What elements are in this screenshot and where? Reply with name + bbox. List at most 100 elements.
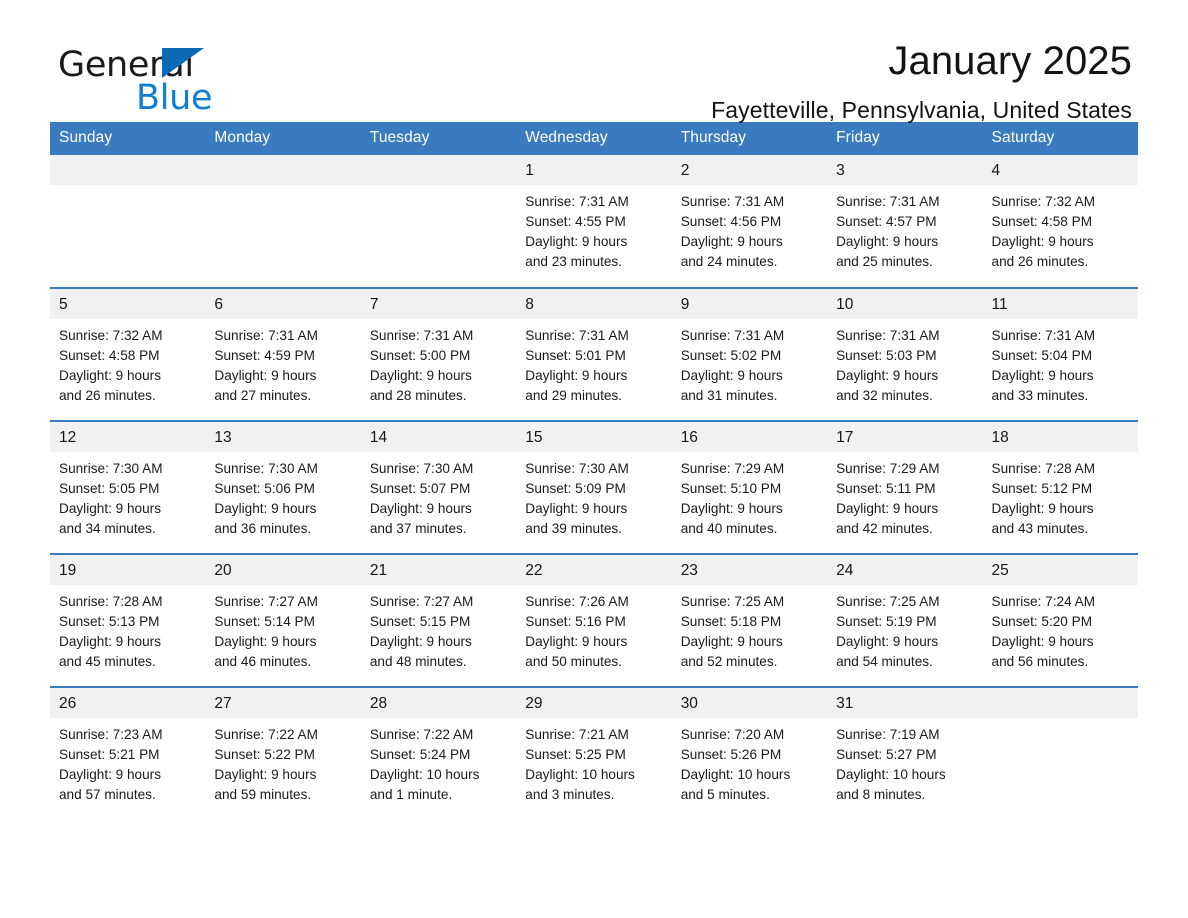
day-cell-inner: 4 Sunrise: 7:32 AM Sunset: 4:58 PM Daylight… — [982, 155, 1138, 287]
calendar-week-row: 1 Sunrise: 7:31 AM Sunset: 4:55 PM Daylight… — [50, 155, 1138, 288]
day-cell-inner — [982, 688, 1138, 820]
calendar-day-cell[interactable]: 24 Sunrise: 7:25 AM Sunset: 5:19 PM Dayligh… — [827, 553, 983, 687]
calendar-day-cell[interactable]: 11 Sunrise: 7:31 AM Sunset: 5:04 PM Dayligh… — [982, 287, 1138, 421]
day-details: Sunrise: 7:32 AM Sunset: 4:58 PM Daylight:… — [50, 319, 205, 406]
calendar-day-cell[interactable]: 10 Sunrise: 7:31 AM Sunset: 5:03 PM Dayligh… — [827, 287, 983, 421]
day-details: Sunrise: 7:19 AM Sunset: 5:27 PM Daylight:… — [827, 718, 982, 805]
day-details: Sunrise: 7:30 AM Sunset: 5:05 PM Daylight:… — [50, 452, 205, 539]
sunrise-text: Sunrise: 7:21 AM — [525, 727, 629, 742]
sunrise-text: Sunrise: 7:23 AM — [59, 727, 163, 742]
calendar-day-cell[interactable]: 12 Sunrise: 7:30 AM Sunset: 5:05 PM Dayligh… — [50, 420, 206, 554]
calendar-day-cell[interactable]: 29 Sunrise: 7:21 AM Sunset: 5:25 PM Dayligh… — [516, 686, 672, 820]
sunrise-text: Sunrise: 7:28 AM — [991, 461, 1096, 476]
day-number — [50, 155, 206, 185]
calendar-day-cell[interactable]: 7 Sunrise: 7:31 AM Sunset: 5:00 PM Daylight… — [360, 287, 517, 421]
day-cell-inner: 15 Sunrise: 7:30 AM Sunset: 5:09 PM Dayligh… — [516, 422, 672, 553]
calendar-week-row: 12 Sunrise: 7:30 AM Sunset: 5:05 PM Dayligh… — [50, 420, 1138, 554]
day-number — [360, 155, 517, 185]
daylight-text-line2: and 24 minutes. — [680, 254, 778, 269]
day-cell-inner: 24 Sunrise: 7:25 AM Sunset: 5:19 PM Dayligh… — [827, 555, 983, 686]
day-cell-inner: 17 Sunrise: 7:29 AM Sunset: 5:11 PM Dayligh… — [827, 422, 983, 553]
sunset-text: Sunset: 4:58 PM — [59, 348, 160, 363]
calendar-day-cell[interactable]: 25 Sunrise: 7:24 AM Sunset: 5:20 PM Dayligh… — [982, 553, 1138, 687]
daylight-text-line1: Daylight: 9 hours — [59, 501, 162, 516]
weekday-header-thursday: Thursday — [671, 122, 828, 155]
sunset-text: Sunset: 5:01 PM — [525, 348, 626, 363]
sunrise-text: Sunrise: 7:31 AM — [680, 194, 785, 209]
day-cell-inner: 21 Sunrise: 7:27 AM Sunset: 5:15 PM Dayligh… — [360, 555, 517, 686]
day-details: Sunrise: 7:31 AM Sunset: 4:55 PM Daylight:… — [516, 185, 671, 272]
daylight-text-line2: and 28 minutes. — [369, 388, 467, 403]
daylight-text-line2: and 8 minutes. — [836, 787, 926, 802]
sunset-text: Sunset: 5:18 PM — [680, 614, 782, 629]
daylight-text-line1: Daylight: 10 hours — [680, 767, 791, 782]
calendar-day-cell[interactable]: 30 Sunrise: 7:20 AM Sunset: 5:26 PM Dayligh… — [671, 686, 828, 820]
calendar-day-cell[interactable]: 6 Sunrise: 7:31 AM Sunset: 4:59 PM Daylight… — [205, 287, 361, 421]
sunrise-text: Sunrise: 7:31 AM — [836, 328, 940, 343]
calendar-day-cell[interactable]: 14 Sunrise: 7:30 AM Sunset: 5:07 PM Dayligh… — [360, 420, 517, 554]
day-number: 26 — [50, 688, 206, 718]
day-cell-inner: 22 Sunrise: 7:26 AM Sunset: 5:16 PM Dayligh… — [516, 555, 672, 686]
daylight-text-line2: and 29 minutes. — [525, 388, 622, 403]
calendar-empty-cell — [360, 155, 517, 288]
day-number: 16 — [671, 422, 828, 452]
day-details: Sunrise: 7:31 AM Sunset: 5:04 PM Daylight:… — [983, 319, 1138, 406]
calendar-day-cell[interactable]: 19 Sunrise: 7:28 AM Sunset: 5:13 PM Dayligh… — [50, 553, 206, 687]
sunrise-text: Sunrise: 7:31 AM — [991, 328, 1096, 343]
calendar-day-cell[interactable]: 13 Sunrise: 7:30 AM Sunset: 5:06 PM Dayligh… — [205, 420, 361, 554]
day-details: Sunrise: 7:27 AM Sunset: 5:14 PM Daylight:… — [205, 585, 360, 672]
calendar-day-cell[interactable]: 15 Sunrise: 7:30 AM Sunset: 5:09 PM Dayligh… — [516, 420, 672, 554]
calendar-day-cell[interactable]: 16 Sunrise: 7:29 AM Sunset: 5:10 PM Dayligh… — [671, 420, 828, 554]
day-cell-inner: 25 Sunrise: 7:24 AM Sunset: 5:20 PM Dayligh… — [982, 555, 1138, 686]
calendar-day-cell[interactable]: 31 Sunrise: 7:19 AM Sunset: 5:27 PM Dayligh… — [827, 686, 983, 820]
daylight-text-line1: Daylight: 9 hours — [991, 368, 1094, 383]
calendar-day-cell[interactable]: 18 Sunrise: 7:28 AM Sunset: 5:12 PM Dayligh… — [982, 420, 1138, 554]
daylight-text-line1: Daylight: 9 hours — [680, 368, 783, 383]
sunrise-text: Sunrise: 7:30 AM — [214, 461, 318, 476]
day-cell-inner: 27 Sunrise: 7:22 AM Sunset: 5:22 PM Dayligh… — [205, 688, 361, 820]
calendar-day-cell[interactable]: 20 Sunrise: 7:27 AM Sunset: 5:14 PM Dayligh… — [205, 553, 361, 687]
calendar-day-cell[interactable]: 4 Sunrise: 7:32 AM Sunset: 4:58 PM Daylight… — [982, 155, 1138, 288]
day-details: Sunrise: 7:22 AM Sunset: 5:24 PM Daylight:… — [361, 718, 516, 805]
calendar-day-cell[interactable]: 9 Sunrise: 7:31 AM Sunset: 5:02 PM Daylight… — [671, 287, 828, 421]
calendar-day-cell[interactable]: 27 Sunrise: 7:22 AM Sunset: 5:22 PM Dayligh… — [205, 686, 361, 820]
calendar-day-cell[interactable]: 8 Sunrise: 7:31 AM Sunset: 5:01 PM Daylight… — [516, 287, 672, 421]
calendar-day-cell[interactable]: 3 Sunrise: 7:31 AM Sunset: 4:57 PM Daylight… — [827, 155, 983, 288]
calendar-day-cell[interactable]: 17 Sunrise: 7:29 AM Sunset: 5:11 PM Dayligh… — [827, 420, 983, 554]
sunset-text: Sunset: 5:25 PM — [525, 747, 626, 762]
sunset-text: Sunset: 5:09 PM — [525, 481, 626, 496]
day-details: Sunrise: 7:27 AM Sunset: 5:15 PM Daylight:… — [361, 585, 516, 672]
daylight-text-line2: and 52 minutes. — [680, 654, 778, 669]
daylight-text-line2: and 40 minutes. — [680, 521, 778, 536]
daylight-text-line2: and 33 minutes. — [991, 388, 1089, 403]
sunset-text: Sunset: 5:22 PM — [214, 747, 315, 762]
sunrise-text: Sunrise: 7:27 AM — [369, 594, 474, 609]
day-number: 13 — [205, 422, 361, 452]
calendar-day-cell[interactable]: 26 Sunrise: 7:23 AM Sunset: 5:21 PM Dayligh… — [50, 686, 206, 820]
day-cell-inner: 9 Sunrise: 7:31 AM Sunset: 5:02 PM Daylight… — [671, 289, 828, 420]
daylight-text-line2: and 5 minutes. — [680, 787, 770, 802]
day-details: Sunrise: 7:31 AM Sunset: 5:00 PM Daylight:… — [361, 319, 516, 406]
day-number: 17 — [827, 422, 983, 452]
sunset-text: Sunset: 5:04 PM — [991, 348, 1093, 363]
calendar-day-cell[interactable]: 5 Sunrise: 7:32 AM Sunset: 4:58 PM Daylight… — [50, 287, 206, 421]
calendar-day-cell[interactable]: 2 Sunrise: 7:31 AM Sunset: 4:56 PM Daylight… — [671, 155, 828, 288]
sunset-text: Sunset: 5:05 PM — [59, 481, 160, 496]
sunset-text: Sunset: 5:03 PM — [836, 348, 937, 363]
day-number: 18 — [982, 422, 1138, 452]
day-cell-inner: 16 Sunrise: 7:29 AM Sunset: 5:10 PM Dayligh… — [671, 422, 828, 553]
daylight-text-line1: Daylight: 10 hours — [525, 767, 635, 782]
calendar-day-cell[interactable]: 1 Sunrise: 7:31 AM Sunset: 4:55 PM Daylight… — [516, 155, 672, 288]
day-cell-inner: 13 Sunrise: 7:30 AM Sunset: 5:06 PM Dayligh… — [205, 422, 361, 553]
day-number: 20 — [205, 555, 361, 585]
sunrise-text: Sunrise: 7:28 AM — [59, 594, 163, 609]
sunrise-text: Sunrise: 7:31 AM — [525, 194, 629, 209]
calendar-day-cell[interactable]: 21 Sunrise: 7:27 AM Sunset: 5:15 PM Dayligh… — [360, 553, 517, 687]
calendar-day-cell[interactable]: 28 Sunrise: 7:22 AM Sunset: 5:24 PM Dayligh… — [360, 686, 517, 820]
daylight-text-line1: Daylight: 9 hours — [369, 634, 472, 649]
day-cell-inner: 19 Sunrise: 7:28 AM Sunset: 5:13 PM Dayligh… — [50, 555, 206, 686]
calendar-day-cell[interactable]: 22 Sunrise: 7:26 AM Sunset: 5:16 PM Dayligh… — [516, 553, 672, 687]
daylight-text-line2: and 1 minute. — [369, 787, 453, 802]
calendar-day-cell[interactable]: 23 Sunrise: 7:25 AM Sunset: 5:18 PM Dayligh… — [671, 553, 828, 687]
generalblue-logo[interactable]: General Blue — [58, 46, 358, 120]
